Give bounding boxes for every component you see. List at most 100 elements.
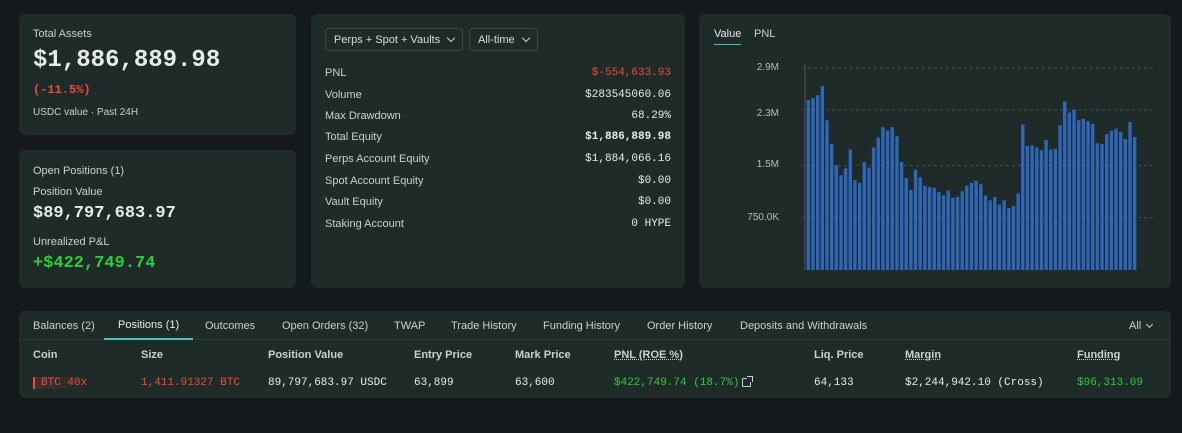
chart-bar — [904, 178, 908, 270]
chart-bar — [848, 149, 852, 270]
chart-bar — [927, 187, 932, 270]
total-assets-card: Total Assets $1,886,889.98 (-11.5%) USDC… — [19, 14, 296, 135]
position-value: $89,797,683.97 — [33, 204, 176, 223]
chart-bar — [871, 147, 876, 270]
chart-bar — [983, 195, 988, 270]
stat-value: 0 HYPE — [631, 218, 671, 230]
chart-bar — [1081, 118, 1086, 270]
tab-order-history[interactable]: Order History — [647, 311, 712, 340]
stat-label: Spot Account Equity — [325, 175, 424, 187]
chart-bar — [1021, 124, 1025, 270]
stat-row-total-equity: Total Equity $1,886,889.98 — [325, 130, 671, 144]
chart-bar — [867, 167, 871, 270]
chart-bar — [1091, 123, 1095, 270]
chart-bar — [1007, 208, 1011, 270]
chart-bar — [1053, 148, 1058, 270]
column-header-margin[interactable]: Margin — [905, 349, 941, 361]
chart-bar — [853, 180, 857, 270]
chart-bar — [890, 127, 894, 271]
stat-label: Perps Account Equity — [325, 153, 430, 165]
chart-bar — [988, 200, 992, 270]
chevron-down-icon — [1146, 320, 1154, 328]
chart-bar — [829, 143, 834, 270]
chart-bar — [965, 185, 969, 270]
tab-twap[interactable]: TWAP — [394, 311, 425, 340]
column-header-position-value: Position Value — [268, 349, 344, 361]
tab-balances[interactable]: Balances (2) — [33, 311, 95, 340]
chart-bar — [876, 137, 880, 270]
column-header-size: Size — [141, 349, 164, 361]
column-header-mark-price: Mark Price — [515, 349, 571, 361]
chart-bar — [1072, 109, 1076, 270]
chart-bar — [895, 136, 899, 270]
chart-bar — [1030, 145, 1034, 270]
open-positions-title: Open Positions (1) — [33, 165, 125, 177]
tab-funding-history[interactable]: Funding History — [543, 311, 620, 340]
chevron-down-icon — [521, 33, 530, 43]
tab-open-orders[interactable]: Open Orders (32) — [282, 311, 368, 340]
tab-deposits-withdrawals[interactable]: Deposits and Withdrawals — [740, 311, 867, 340]
chart-bar — [885, 130, 890, 270]
chart-bar — [1132, 136, 1137, 270]
chart-bar — [839, 175, 843, 270]
time-filter-label: All-time — [478, 33, 515, 46]
chart-bar — [913, 169, 918, 270]
chart-bar — [825, 120, 829, 271]
tab-filter-dropdown[interactable]: All — [1129, 311, 1154, 340]
chart-bar — [1119, 132, 1123, 270]
chart-bar — [1086, 120, 1090, 270]
mark-price-cell: 63,600 — [515, 377, 555, 389]
chart-bar — [979, 184, 983, 270]
chevron-down-icon — [446, 33, 456, 43]
chart-bar — [1100, 143, 1104, 270]
chart-bar — [1128, 122, 1132, 270]
assets-subtitle: USDC value · Past 24H — [33, 107, 139, 118]
stat-value: $0.00 — [637, 196, 671, 208]
chart-bar — [811, 97, 815, 270]
market-filter-dropdown[interactable]: Perps + Spot + Vaults — [325, 28, 464, 51]
pnl-cell: $422,749.74 (18.7%) — [614, 377, 740, 389]
chart-bar — [806, 100, 811, 270]
chart-bar — [1044, 139, 1048, 270]
stat-label: Max Drawdown — [325, 110, 401, 122]
chart-bar — [923, 185, 927, 270]
stat-value: $1,886,889.98 — [585, 131, 671, 143]
chart-bar — [1063, 101, 1067, 271]
tab-positions[interactable]: Positions (1) — [104, 311, 194, 340]
chart-bar — [951, 197, 955, 270]
chart-bar — [1049, 149, 1053, 270]
size-cell: 1,411.91327 BTC — [141, 377, 241, 389]
chart-bar — [1058, 125, 1062, 271]
chart-bar — [937, 191, 941, 270]
open-positions-card: Open Positions (1) Position Value $89,79… — [19, 150, 296, 288]
chart-bar — [862, 162, 866, 270]
account-value-chart-card: Value PNL 2.9M 2.3M 1.5M 750.0K — [699, 14, 1171, 288]
position-value-cell: 89,797,683.97 USDC — [268, 377, 387, 389]
chart-bar — [932, 187, 936, 270]
time-filter-dropdown[interactable]: All-time — [469, 28, 538, 51]
chart-bar — [997, 204, 1002, 270]
chart-bar — [993, 196, 997, 270]
column-header-coin: Coin — [33, 349, 58, 361]
column-header-pnl[interactable]: PNL (ROE %) — [614, 349, 683, 361]
chart-bar — [834, 165, 838, 270]
share-icon[interactable] — [742, 376, 753, 387]
chart-bar — [1025, 146, 1030, 270]
chart-bar — [843, 168, 848, 270]
chart-bar — [1114, 128, 1118, 270]
chart-bar — [1039, 150, 1044, 270]
chart-bar — [1077, 120, 1081, 271]
stat-value: $283545060.06 — [585, 89, 671, 101]
chart-bar — [1067, 112, 1072, 270]
chart-bar — [969, 182, 974, 270]
tab-outcomes[interactable]: Outcomes — [205, 311, 255, 340]
column-header-funding[interactable]: Funding — [1077, 349, 1120, 361]
chart-bar — [1016, 193, 1020, 270]
chart-bar — [815, 95, 820, 270]
chart-bar — [820, 86, 824, 270]
stat-row-pnl: PNL $-554,633.93 — [325, 66, 671, 80]
stat-value: $1,884,066.16 — [585, 153, 671, 165]
tab-trade-history[interactable]: Trade History — [451, 311, 517, 340]
chart-bar — [857, 182, 862, 270]
coin-cell[interactable]: BTC 40x — [33, 377, 88, 389]
